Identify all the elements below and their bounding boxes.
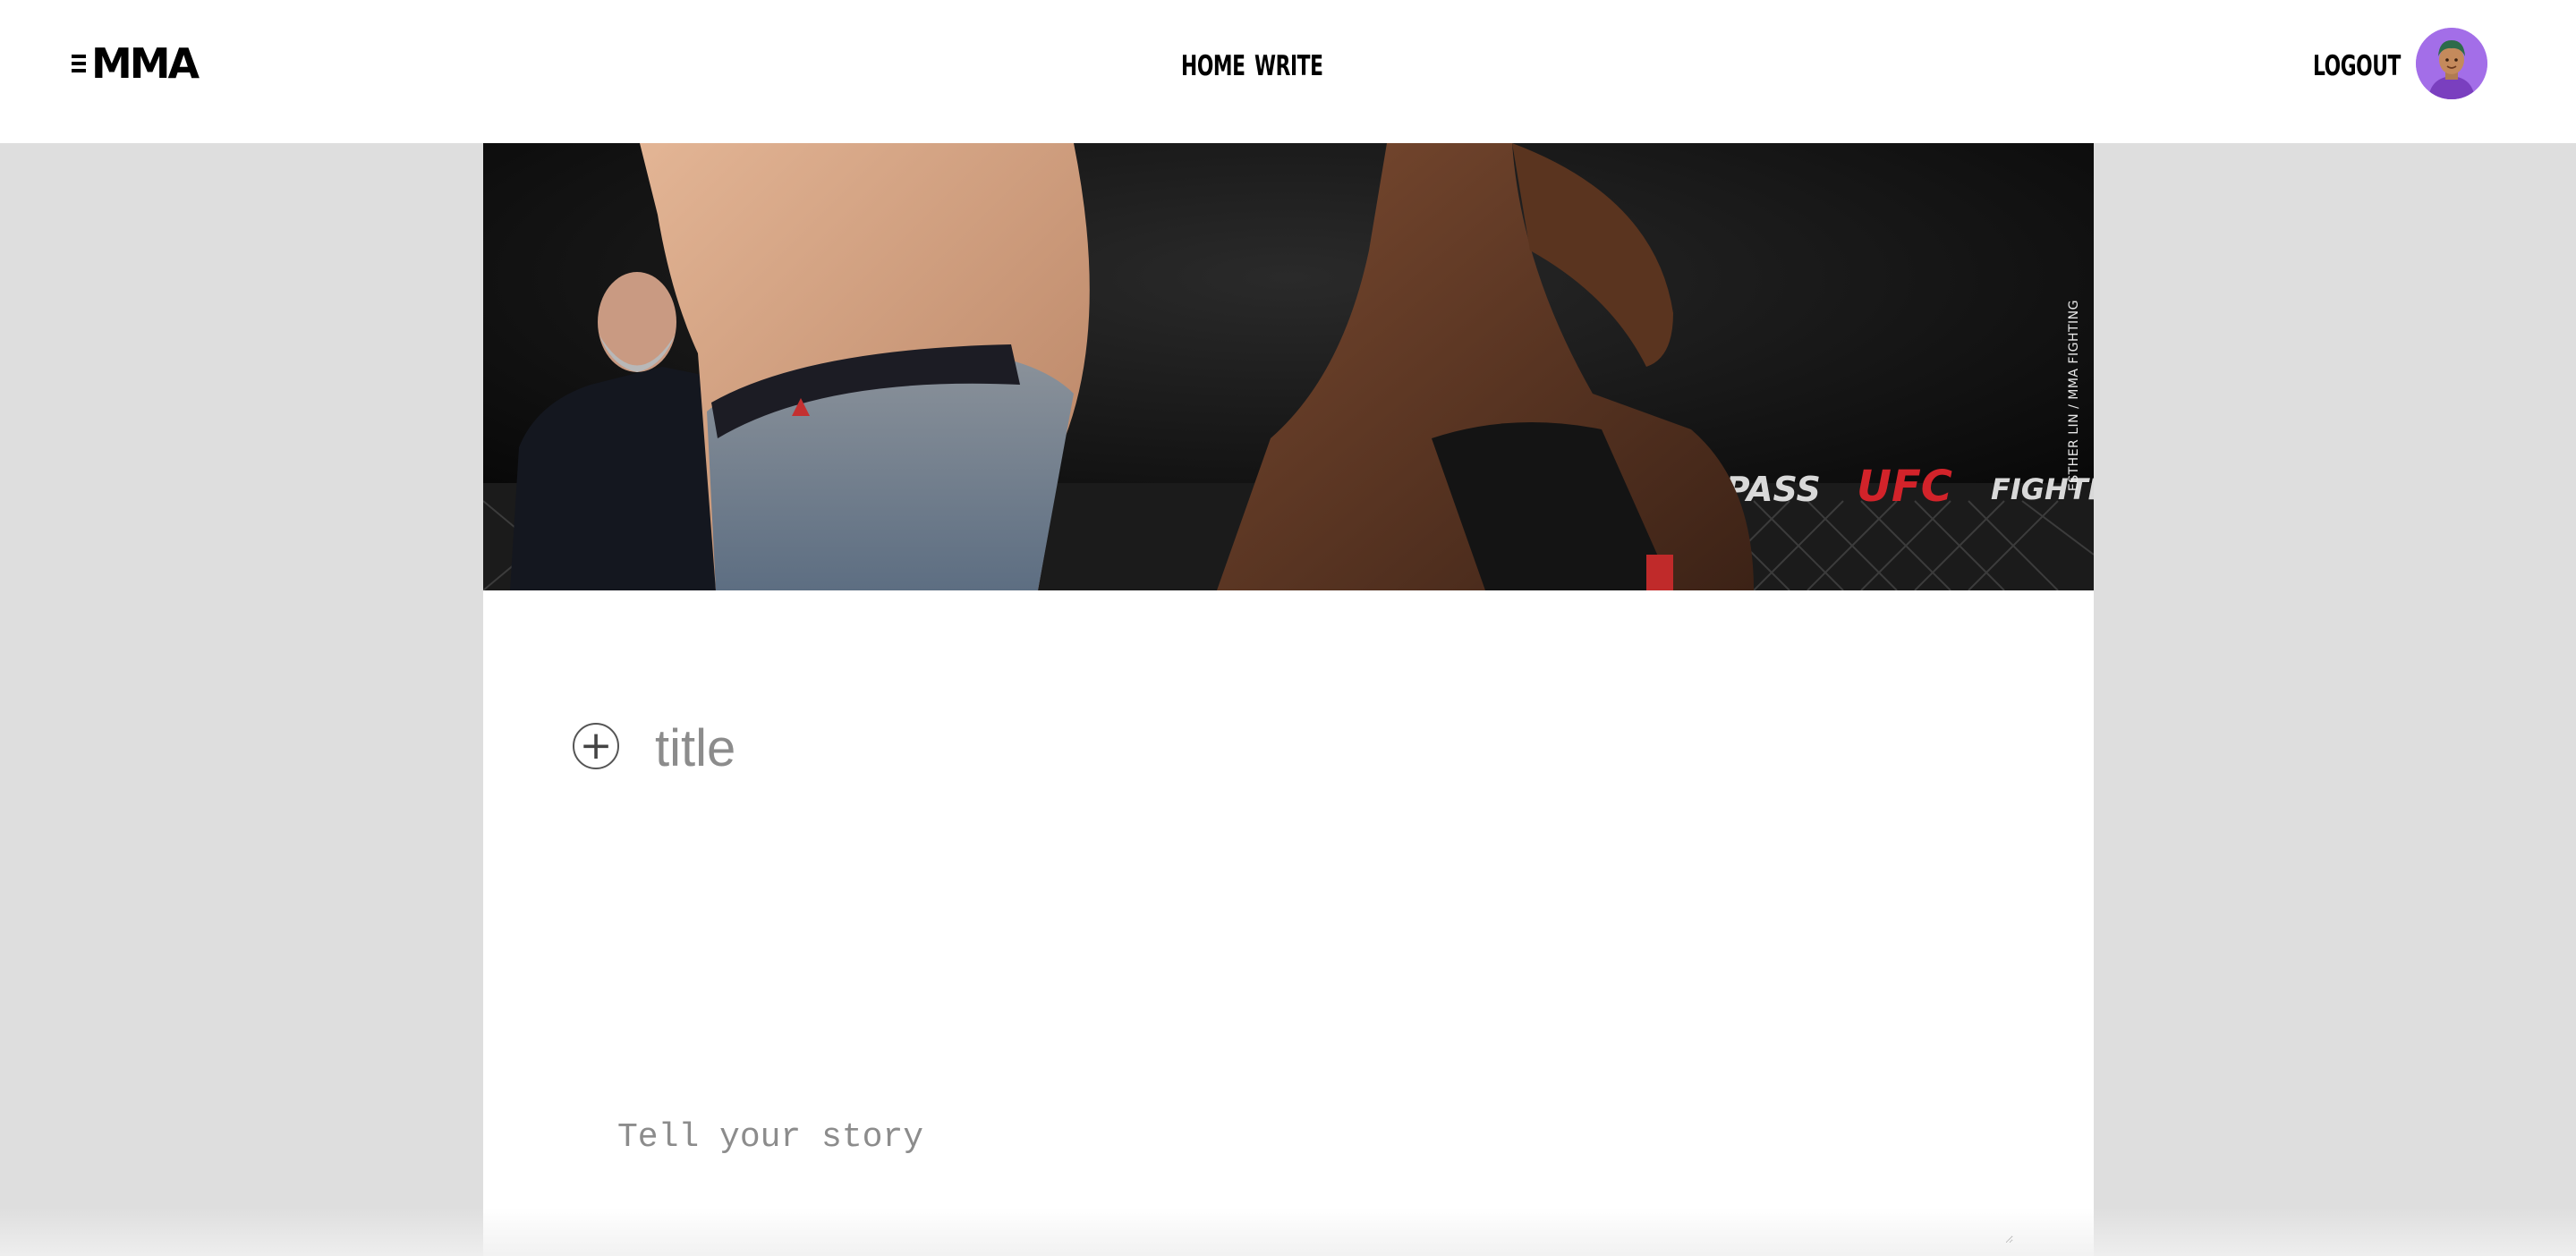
logout-link[interactable]: LOGOUT <box>2313 50 2401 82</box>
logo-text: MMA <box>91 39 200 88</box>
add-cover-button[interactable]: + <box>573 723 619 769</box>
svg-text:UFC: UFC <box>1857 462 1952 512</box>
avatar-person-icon <box>2416 28 2487 99</box>
write-panel: HTPASS UFC FIGHTPA ESTHER LIN / MMA FIGH… <box>483 143 2094 1256</box>
nav-home-link[interactable]: HOME <box>1181 50 1245 82</box>
fight-photo: HTPASS UFC FIGHTPA <box>483 143 2094 590</box>
story-textarea[interactable] <box>599 1100 2013 1243</box>
main-nav: HOME WRITE <box>1181 50 1323 82</box>
top-bar: MMA HOME WRITE LOGOUT <box>0 0 2576 143</box>
title-input[interactable] <box>653 707 1999 789</box>
site-logo[interactable]: MMA <box>72 39 200 88</box>
logo-mark-icon <box>72 55 86 72</box>
nav-write-link[interactable]: WRITE <box>1254 50 1323 82</box>
photo-credit: ESTHER LIN / MMA FIGHTING <box>2067 300 2081 492</box>
plus-circle-icon: + <box>579 723 613 768</box>
cover-image: HTPASS UFC FIGHTPA ESTHER LIN / MMA FIGH… <box>483 143 2094 590</box>
avatar[interactable] <box>2416 28 2487 99</box>
